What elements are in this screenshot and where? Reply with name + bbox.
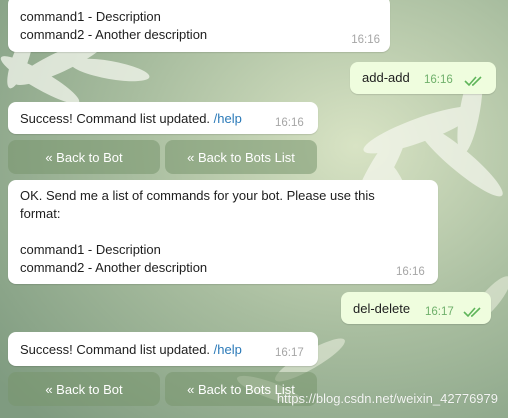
message-text-line: command2 - Another description <box>20 27 208 42</box>
message-outgoing: del-delete 16:17 <box>341 292 491 324</box>
message-time: 16:16 <box>275 117 304 129</box>
watermark-text: https://blog.csdn.net/weixin_42776979 <box>276 391 498 406</box>
message-text-body: Success! Command list updated. <box>20 342 214 357</box>
back-to-bot-button[interactable]: « Back to Bot <box>8 372 160 406</box>
message-outgoing: add-add 16:16 <box>350 62 496 94</box>
message-incoming: OK. Send me a list of commands for your … <box>8 180 438 284</box>
message-text: del-delete <box>353 301 411 316</box>
help-command-link[interactable]: /help <box>214 342 242 357</box>
message-time: 16:17 <box>275 347 304 359</box>
help-command-link[interactable]: /help <box>214 111 242 126</box>
message-time: 16:16 <box>396 266 425 278</box>
back-to-bots-list-button[interactable]: « Back to Bots List <box>165 140 317 174</box>
read-ticks-icon <box>463 307 481 318</box>
message-text-body: Success! Command list updated. <box>20 111 214 126</box>
message-time: 16:16 <box>424 74 453 86</box>
message-text-line: OK. Send me a list of commands for your … <box>20 188 375 203</box>
message-incoming: Success! Command list updated. /help 16:… <box>8 332 318 366</box>
message-text: Success! Command list updated. /help <box>20 110 242 128</box>
message-time: 16:16 <box>351 34 380 46</box>
message-incoming: command1 - Description command2 - Anothe… <box>8 0 390 52</box>
message-text-line: format: <box>20 206 61 221</box>
message-incoming: Success! Command list updated. /help 16:… <box>8 102 318 134</box>
back-to-bot-button[interactable]: « Back to Bot <box>8 140 160 174</box>
message-text: Success! Command list updated. /help <box>20 341 242 359</box>
message-text: add-add <box>362 70 410 85</box>
message-text-line: command1 - Description <box>20 9 161 24</box>
read-ticks-icon <box>464 76 482 87</box>
message-text-line: command2 - Another description <box>20 260 208 275</box>
message-text-line: command1 - Description <box>20 242 161 257</box>
message-time: 16:17 <box>425 306 454 318</box>
